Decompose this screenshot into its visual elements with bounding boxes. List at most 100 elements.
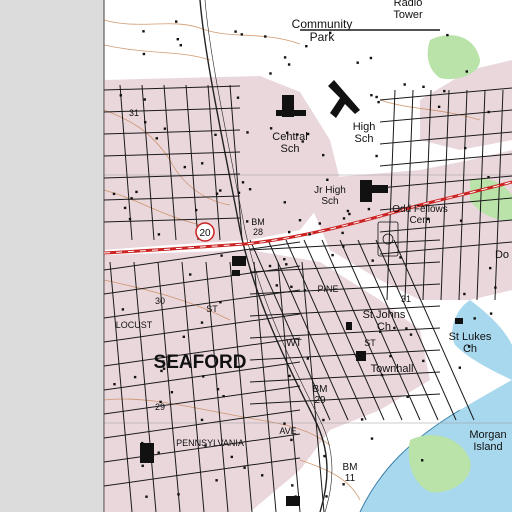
- dwelling: [269, 127, 273, 130]
- dwelling: [219, 301, 222, 304]
- dwelling: [446, 33, 449, 37]
- dwelling: [409, 333, 413, 336]
- dwelling: [459, 219, 463, 222]
- label-seaford: SEAFORD: [154, 352, 247, 373]
- dwelling: [285, 263, 288, 266]
- dwelling: [215, 192, 219, 195]
- dwelling: [234, 30, 237, 33]
- label-elev-30: 30: [155, 296, 165, 306]
- dwelling: [215, 479, 218, 482]
- dwelling: [202, 375, 205, 378]
- dwelling: [288, 230, 291, 234]
- dwelling: [269, 72, 272, 75]
- dwelling: [141, 464, 144, 467]
- dwelling: [303, 289, 307, 292]
- label-st-label-2: ST: [364, 338, 376, 348]
- topographic-map[interactable]: 20 Radio Tower Community Park Central Sch High…: [0, 0, 512, 512]
- dwelling: [458, 366, 461, 369]
- dwelling: [367, 207, 371, 211]
- dwelling: [371, 259, 374, 262]
- dwelling: [342, 245, 345, 248]
- dwelling: [389, 354, 392, 358]
- label-radio-tower: Radio Tower: [393, 0, 423, 21]
- dwelling: [393, 326, 396, 330]
- dwelling: [189, 273, 192, 276]
- dwelling: [222, 395, 225, 398]
- dwelling: [464, 146, 467, 150]
- dwelling: [465, 70, 468, 73]
- dwelling: [143, 98, 146, 101]
- dwelling: [291, 484, 294, 487]
- dwelling: [248, 188, 252, 191]
- dwelling: [133, 375, 137, 379]
- label-st-label-1: ST: [206, 304, 218, 314]
- dwelling: [421, 459, 424, 462]
- dwelling: [322, 153, 325, 157]
- dwelling: [331, 253, 334, 257]
- dwelling: [399, 256, 402, 259]
- dwelling: [155, 137, 158, 140]
- dwelling: [275, 284, 278, 287]
- dwelling: [487, 176, 490, 179]
- label-elev-29: 29: [155, 402, 165, 412]
- dwelling: [288, 374, 291, 378]
- dwelling: [140, 442, 143, 446]
- dwelling: [183, 165, 186, 169]
- dwelling: [220, 254, 223, 257]
- dwelling: [145, 495, 148, 498]
- dwelling: [290, 285, 293, 288]
- dwelling: [298, 219, 302, 222]
- dwelling: [356, 61, 359, 64]
- dwelling: [437, 105, 441, 108]
- dwelling: [443, 89, 446, 93]
- dwelling: [403, 83, 406, 86]
- dwelling: [305, 45, 308, 48]
- label-pennsylvania-ave: PENNSYLVANIA: [176, 438, 244, 448]
- dwelling: [283, 422, 286, 425]
- dwelling: [422, 359, 425, 363]
- dwelling: [370, 437, 374, 440]
- dwelling: [346, 209, 350, 213]
- dwelling: [348, 212, 351, 216]
- dwelling: [261, 474, 264, 477]
- dwelling: [342, 217, 346, 220]
- dwelling: [219, 189, 222, 192]
- dwelling: [176, 38, 179, 41]
- dwelling: [322, 418, 325, 422]
- dwelling: [268, 264, 272, 268]
- dwelling: [360, 418, 364, 421]
- label-do-label: Do: [495, 249, 509, 261]
- dwelling: [489, 266, 492, 270]
- dwelling: [157, 233, 161, 236]
- dwelling: [195, 208, 198, 212]
- dwelling: [119, 94, 122, 97]
- dwelling: [341, 231, 344, 235]
- dwelling: [142, 52, 146, 56]
- dwelling: [287, 63, 291, 66]
- dwelling: [236, 96, 240, 99]
- label-elev-31: 31: [401, 294, 411, 304]
- dwelling: [283, 258, 286, 261]
- dwelling: [306, 357, 309, 360]
- map-canvas[interactable]: 20 Radio TowerCommunity ParkCentral SchHigh…: [0, 0, 512, 512]
- map-margin: [0, 0, 104, 512]
- dwelling: [240, 33, 243, 36]
- route-shield-20: 20: [195, 222, 215, 242]
- dwelling: [283, 56, 287, 59]
- dwelling: [294, 495, 297, 498]
- dwelling: [175, 20, 178, 23]
- route-number: 20: [199, 228, 211, 239]
- dwelling: [179, 44, 182, 47]
- dwelling: [325, 495, 328, 498]
- dwelling: [128, 217, 132, 221]
- dwelling: [473, 317, 476, 320]
- dwelling: [375, 154, 378, 158]
- dwelling: [214, 133, 217, 136]
- dwelling: [130, 197, 133, 200]
- label-locust-st: LOCUST: [116, 320, 153, 330]
- dwelling: [157, 451, 160, 454]
- dwelling: [163, 127, 167, 130]
- dwelling: [323, 454, 326, 458]
- dwelling: [243, 466, 246, 469]
- dwelling: [377, 100, 380, 104]
